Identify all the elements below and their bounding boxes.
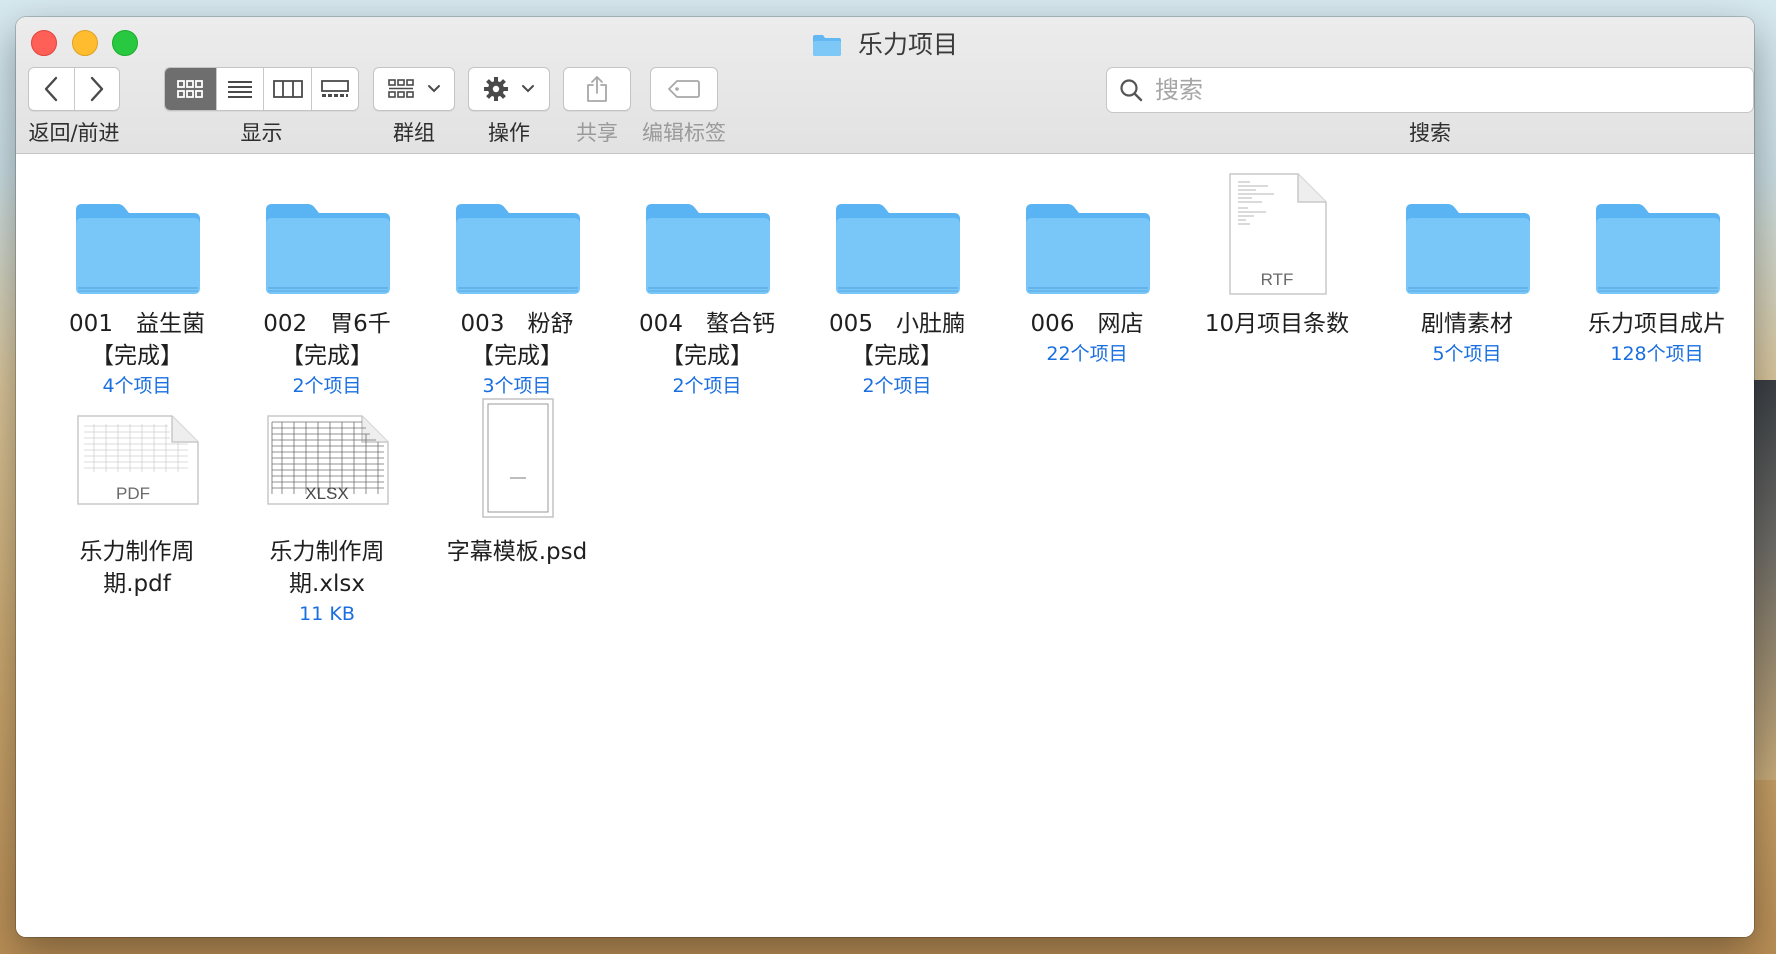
- folder-item[interactable]: 006 网店 22个项目: [992, 170, 1182, 368]
- chevron-right-icon: [90, 76, 103, 102]
- view-label: 显示: [240, 121, 283, 145]
- share-label: 共享: [576, 121, 618, 145]
- grid-icon: [177, 80, 204, 98]
- folder-icon: [456, 204, 580, 294]
- item-meta: 5个项目: [1432, 343, 1502, 365]
- chevron-down-icon: [522, 85, 534, 93]
- item-meta: 2个项目: [672, 375, 742, 397]
- gallery-icon: [321, 80, 349, 97]
- window-title-text: 乐力项目: [857, 30, 958, 59]
- columns-icon: [272, 80, 303, 98]
- search-field[interactable]: [1106, 67, 1754, 113]
- item-meta: 3个项目: [482, 375, 552, 397]
- item-name-line1: 003 粉舒: [460, 311, 574, 337]
- group-button[interactable]: [373, 67, 455, 111]
- pdf-file-item[interactable]: PDF 乐力制作周 期.pdf: [42, 398, 232, 600]
- share-icon: [587, 76, 607, 102]
- folder-item[interactable]: 003 粉舒 【完成】 3个项目: [422, 170, 612, 400]
- item-name-line1: 字幕模板.psd: [446, 539, 588, 565]
- folder-item[interactable]: 002 胃6千 【完成】 2个项目: [232, 170, 422, 400]
- file-badge: PDF: [116, 484, 150, 503]
- view-segment: [164, 67, 359, 111]
- folder-item[interactable]: 乐力项目成片 128个项目: [1562, 170, 1752, 368]
- back-button[interactable]: [29, 68, 75, 110]
- folder-item[interactable]: 剧情素材 5个项目: [1372, 170, 1562, 368]
- item-meta: 2个项目: [862, 375, 932, 397]
- item-name-line2: 期.xlsx: [289, 571, 365, 597]
- rtf-file-item[interactable]: RTF 10月项目条数: [1182, 170, 1372, 340]
- item-name-line1: 乐力项目成片: [1588, 311, 1726, 337]
- gear-icon: [484, 77, 508, 101]
- gallery-view-button[interactable]: [312, 68, 358, 110]
- file-badge: RTF: [1260, 270, 1294, 289]
- item-meta: 22个项目: [1046, 343, 1128, 365]
- toolbar: 乐力项目 返回/前进 显示 群组 操作 共享 编辑标签 搜索 搜索: [16, 17, 1754, 154]
- xlsx-file-item[interactable]: XLSX 乐力制作周 期.xlsx 11 KB: [232, 398, 422, 628]
- item-meta: 128个项目: [1610, 343, 1704, 365]
- item-name-line1: 乐力制作周: [269, 539, 385, 565]
- action-button[interactable]: [468, 67, 550, 111]
- icon-view-button[interactable]: [165, 68, 217, 110]
- chevron-left-icon: [45, 76, 58, 102]
- search-icon: [1120, 79, 1143, 102]
- finder-window: 乐力项目 返回/前进 显示 群组 操作 共享 编辑标签 搜索 搜索 001 益生…: [16, 17, 1754, 937]
- group-label: 群组: [393, 121, 435, 145]
- psd-preview-icon: [482, 398, 554, 518]
- folder-icon: [1026, 204, 1150, 294]
- column-view-button[interactable]: [264, 68, 313, 110]
- folder-icon: [1596, 204, 1720, 294]
- folder-icon: [646, 204, 770, 294]
- folder-icon: [813, 35, 842, 56]
- psd-file-item[interactable]: 字幕模板.psd: [422, 398, 612, 568]
- search-label: 搜索: [1409, 121, 1451, 145]
- tag-icon: [668, 80, 700, 98]
- search-input[interactable]: [1153, 75, 1717, 105]
- folder-item[interactable]: 001 益生菌 【完成】 4个项目: [42, 170, 232, 400]
- item-name-line2: 【完成】: [91, 343, 183, 369]
- item-name-line2: 【完成】: [281, 343, 373, 369]
- item-name-line2: 【完成】: [661, 343, 753, 369]
- folder-icon: [76, 204, 200, 294]
- window-title: 乐力项目: [16, 25, 1754, 61]
- item-name-line2: 【完成】: [471, 343, 563, 369]
- item-name-line2: 期.pdf: [103, 571, 171, 597]
- item-meta: 11 KB: [299, 603, 355, 625]
- folder-icon: [1406, 204, 1530, 294]
- item-name-line1: 10月项目条数: [1204, 311, 1350, 337]
- file-grid: 001 益生菌 【完成】 4个项目 002 胃6千 【完成】 2个项目 003 …: [16, 154, 1754, 937]
- item-name-line1: 005 小肚腩: [829, 311, 965, 337]
- share-button[interactable]: [563, 67, 631, 111]
- edit-tags-button[interactable]: [650, 67, 718, 111]
- item-name-line1: 002 胃6千: [263, 311, 391, 337]
- group-grid-icon: [388, 79, 414, 98]
- folder-icon: [836, 204, 960, 294]
- forward-button[interactable]: [75, 68, 120, 110]
- chevron-down-icon: [428, 85, 440, 93]
- item-name-line1: 004 螯合钙: [639, 311, 775, 337]
- folder-item[interactable]: 005 小肚腩 【完成】 2个项目: [802, 170, 992, 400]
- list-icon: [228, 81, 253, 98]
- nav-label: 返回/前进: [28, 121, 120, 145]
- item-meta: 2个项目: [292, 375, 362, 397]
- folder-icon: [266, 204, 390, 294]
- item-name-line1: 001 益生菌: [69, 311, 205, 337]
- item-meta: 4个项目: [102, 375, 172, 397]
- action-label: 操作: [488, 121, 530, 145]
- list-view-button[interactable]: [217, 68, 265, 110]
- item-name-line2: 【完成】: [851, 343, 943, 369]
- file-badge: XLSX: [305, 484, 349, 503]
- item-name-line1: 006 网店: [1030, 311, 1144, 337]
- edit-tags-label: 编辑标签: [642, 121, 726, 145]
- folder-item[interactable]: 004 螯合钙 【完成】 2个项目: [612, 170, 802, 400]
- item-name-line1: 剧情素材: [1421, 311, 1513, 337]
- nav-segment: [28, 67, 120, 111]
- item-name-line1: 乐力制作周: [79, 539, 195, 565]
